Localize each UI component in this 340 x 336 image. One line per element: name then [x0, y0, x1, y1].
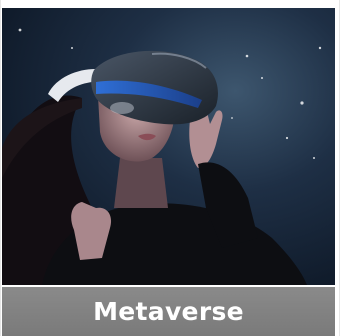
card-title: Metaverse — [93, 297, 244, 326]
vr-headset-woman-photo[interactable] — [2, 8, 335, 285]
vr-scene-illustration — [2, 8, 335, 285]
metaverse-card[interactable]: Metaverse — [0, 0, 340, 336]
caption-bar[interactable]: Metaverse — [2, 287, 335, 336]
